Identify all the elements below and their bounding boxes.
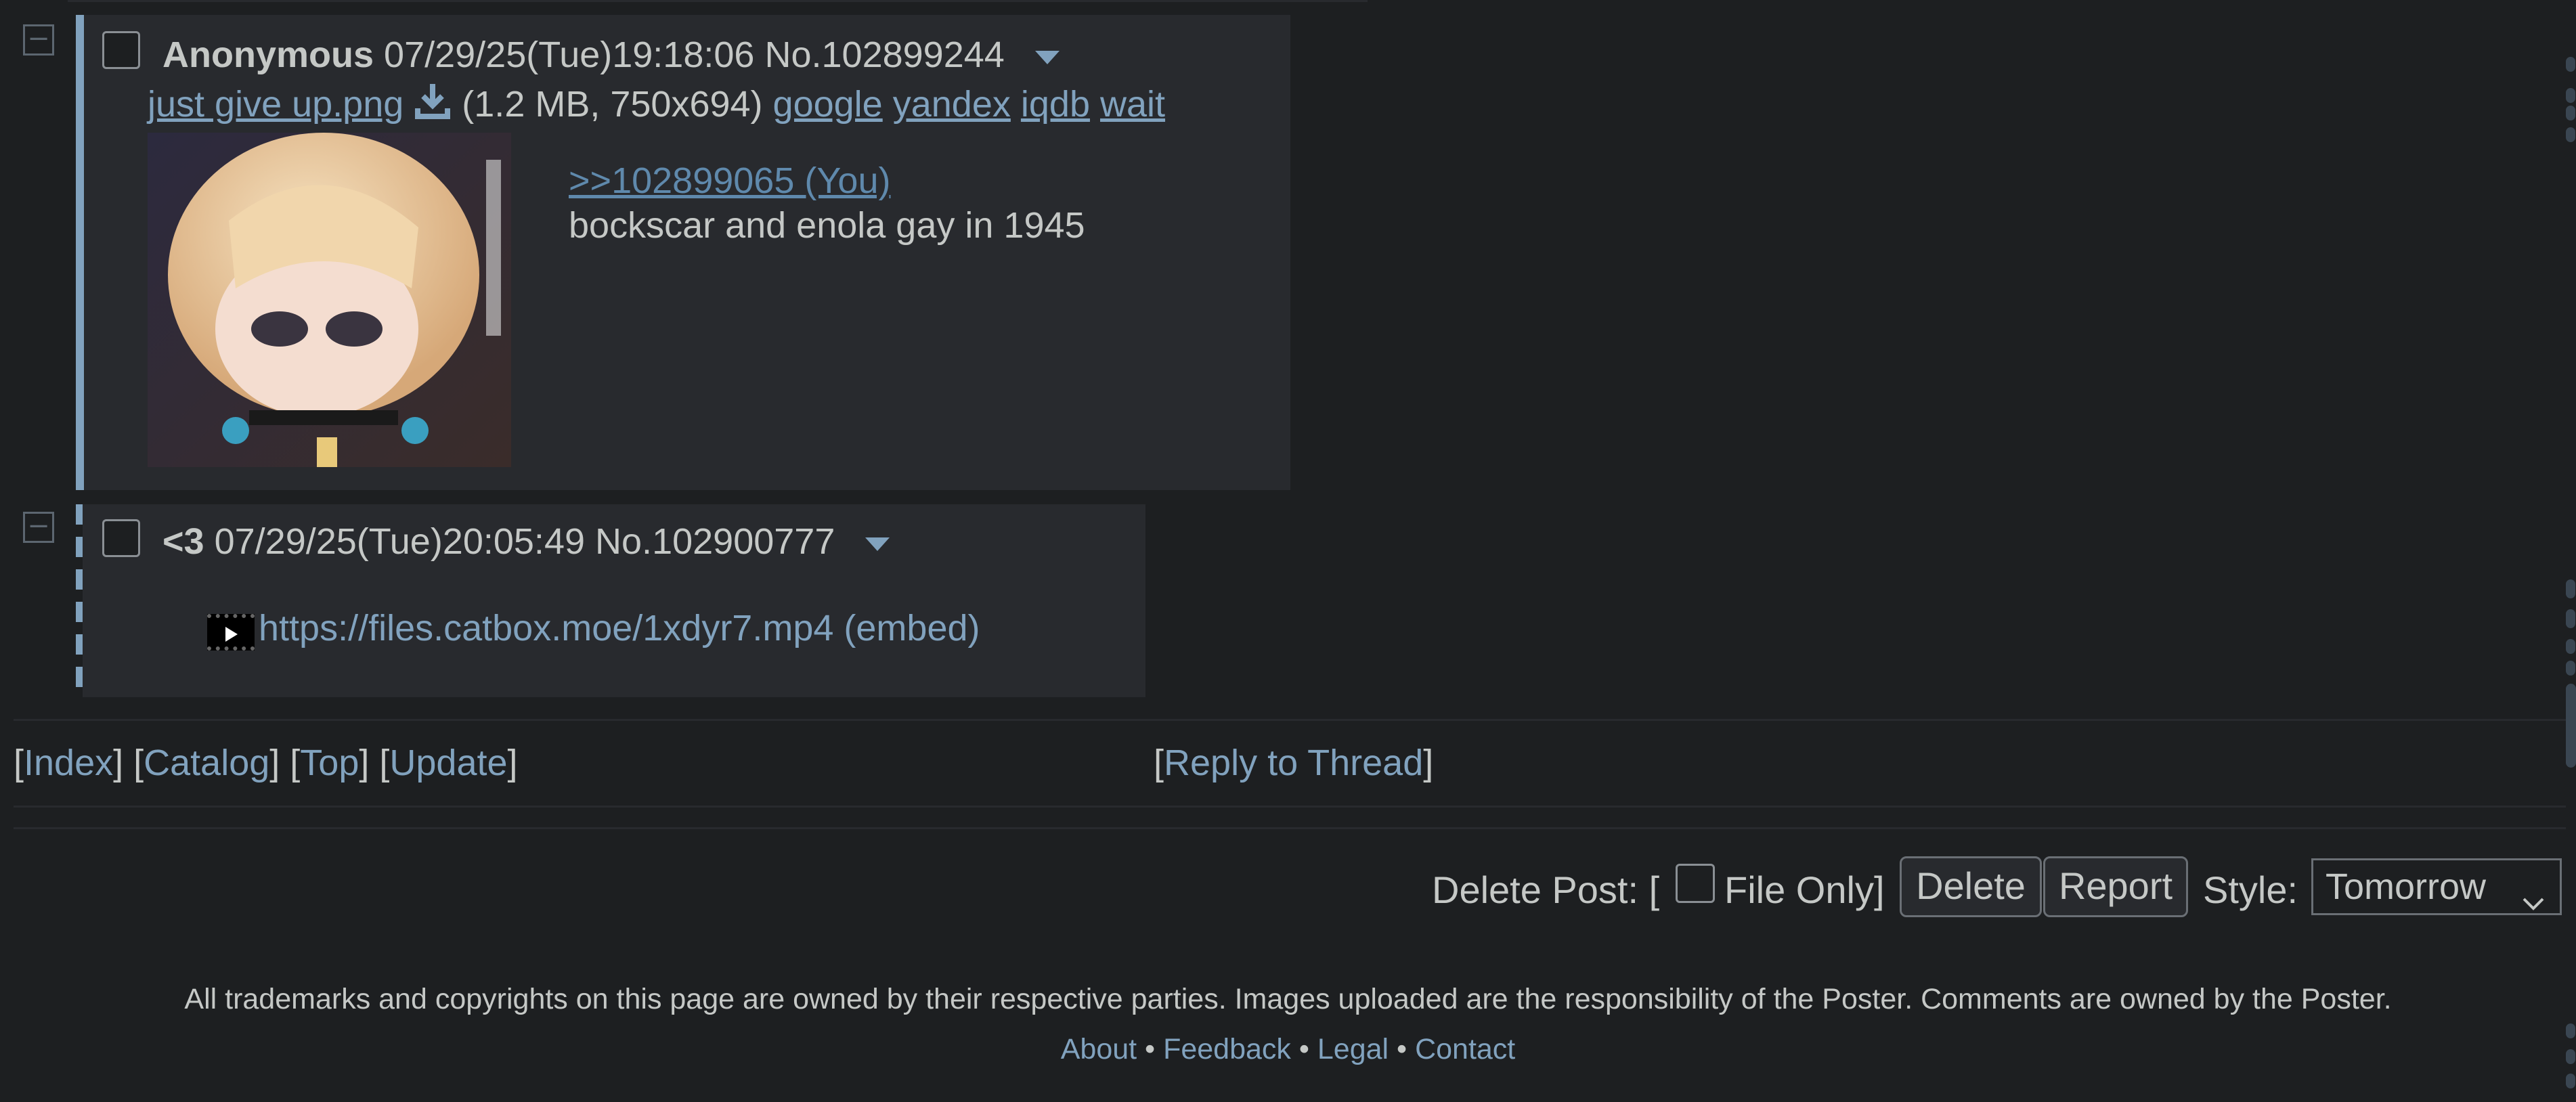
footer-legal-link[interactable]: Legal: [1317, 1033, 1389, 1065]
hide-post-button[interactable]: −: [23, 24, 54, 56]
post-comment: bockscar and enola gay in 1945: [569, 205, 1085, 246]
post-info: <3 07/29/25(Tue)20:05:49 No.102900777: [162, 521, 890, 563]
reply-nav: [Reply to Thread]: [1154, 743, 1434, 783]
reply-to-thread-link[interactable]: Reply to Thread: [1164, 743, 1423, 783]
scroll-marker: [2566, 57, 2575, 72]
nav-top-link[interactable]: Top: [300, 743, 359, 783]
delete-post-label: Delete Post: [: [1432, 868, 1660, 911]
search-google-link[interactable]: google: [773, 84, 883, 125]
scroll-marker: [2566, 1023, 2575, 1038]
post-datetime: 07/29/25(Tue)20:05:49: [214, 521, 586, 562]
post-menu-caret-icon[interactable]: [1034, 50, 1060, 64]
nav-divider: [14, 806, 2566, 808]
top-divider: [68, 0, 1368, 2]
file-size-dimensions: (1.2 MB, 750x694): [462, 84, 763, 125]
footer-disclaimer: All trademarks and copyrights on this pa…: [184, 983, 2392, 1015]
hide-post-button[interactable]: −: [23, 512, 54, 543]
scroll-marker: [2566, 88, 2575, 103]
post-select-checkbox[interactable]: [102, 31, 140, 69]
delete-button[interactable]: Delete: [1900, 856, 2042, 917]
reply-sidebar: [76, 15, 84, 490]
style-select-value: Tomorrow: [2326, 866, 2487, 907]
post-menu-caret-icon[interactable]: [865, 537, 890, 551]
post-number[interactable]: No.102899244: [764, 35, 1004, 75]
reply-post-2: <3 07/29/25(Tue)20:05:49 No.102900777 ht…: [83, 504, 1145, 697]
scrollbar-thumb[interactable]: [2566, 684, 2576, 768]
video-embed-icon: [207, 614, 255, 651]
chevron-down-icon: [2522, 875, 2545, 928]
reply-sidebar: [76, 504, 83, 697]
file-name-link[interactable]: just give up.png: [148, 84, 403, 125]
file-info: just give up.png (1.2 MB, 750x694) googl…: [148, 81, 1165, 128]
scroll-marker: [2566, 1074, 2575, 1088]
footer-separator: •: [1298, 1033, 1309, 1065]
footer-separator: •: [1145, 1033, 1156, 1065]
reply-post-1: Anonymous 07/29/25(Tue)19:18:06 No.10289…: [84, 15, 1290, 490]
nav-divider-lower: [14, 827, 2566, 829]
thread-nav: [Index] [Catalog] [Top] [Update]: [14, 743, 518, 783]
footer-about-link[interactable]: About: [1061, 1033, 1137, 1065]
style-select[interactable]: Tomorrow: [2311, 858, 2562, 915]
scroll-marker: [2566, 127, 2575, 142]
nav-catalog-link[interactable]: Catalog: [144, 743, 269, 783]
scroll-marker: [2566, 661, 2575, 676]
download-icon[interactable]: [414, 81, 452, 128]
post-number[interactable]: No.102900777: [595, 521, 835, 562]
footer-feedback-link[interactable]: Feedback: [1163, 1033, 1291, 1065]
file-only-checkbox[interactable]: [1676, 864, 1715, 903]
scroll-marker: [2566, 579, 2575, 598]
poster-name: Anonymous: [162, 35, 374, 75]
thread-divider: [14, 719, 2566, 721]
footer-contact-link[interactable]: Contact: [1415, 1033, 1515, 1065]
nav-update-link[interactable]: Update: [389, 743, 507, 783]
embed-video-link[interactable]: https://files.catbox.moe/1xdyr7.mp4 (emb…: [259, 607, 980, 649]
quote-link[interactable]: >>102899065 (You): [569, 160, 890, 202]
embed-toggle[interactable]: (embed): [844, 608, 980, 648]
scroll-marker: [2566, 639, 2575, 654]
post-select-checkbox[interactable]: [102, 519, 140, 557]
post-datetime: 07/29/25(Tue)19:18:06: [384, 35, 755, 75]
scroll-marker: [2566, 106, 2575, 120]
embed-url[interactable]: https://files.catbox.moe/1xdyr7.mp4: [259, 608, 833, 648]
nav-index-link[interactable]: Index: [24, 743, 113, 783]
scroll-marker: [2566, 1049, 2575, 1064]
footer-separator: •: [1397, 1033, 1407, 1065]
style-label: Style:: [2203, 868, 2298, 911]
post-info: Anonymous 07/29/25(Tue)19:18:06 No.10289…: [162, 34, 1060, 76]
footer-links: About • Feedback • Legal • Contact: [0, 1033, 2576, 1066]
search-wait-link[interactable]: wait: [1100, 84, 1165, 125]
post-thumbnail-image[interactable]: [148, 133, 511, 467]
search-iqdb-link[interactable]: iqdb: [1021, 84, 1090, 125]
scroll-marker: [2566, 609, 2575, 628]
scrollbar-track[interactable]: [2563, 0, 2576, 1102]
report-button[interactable]: Report: [2043, 856, 2188, 917]
search-yandex-link[interactable]: yandex: [893, 84, 1011, 125]
file-only-label: File Only]: [1724, 868, 1885, 911]
poster-name: <3: [162, 521, 204, 562]
